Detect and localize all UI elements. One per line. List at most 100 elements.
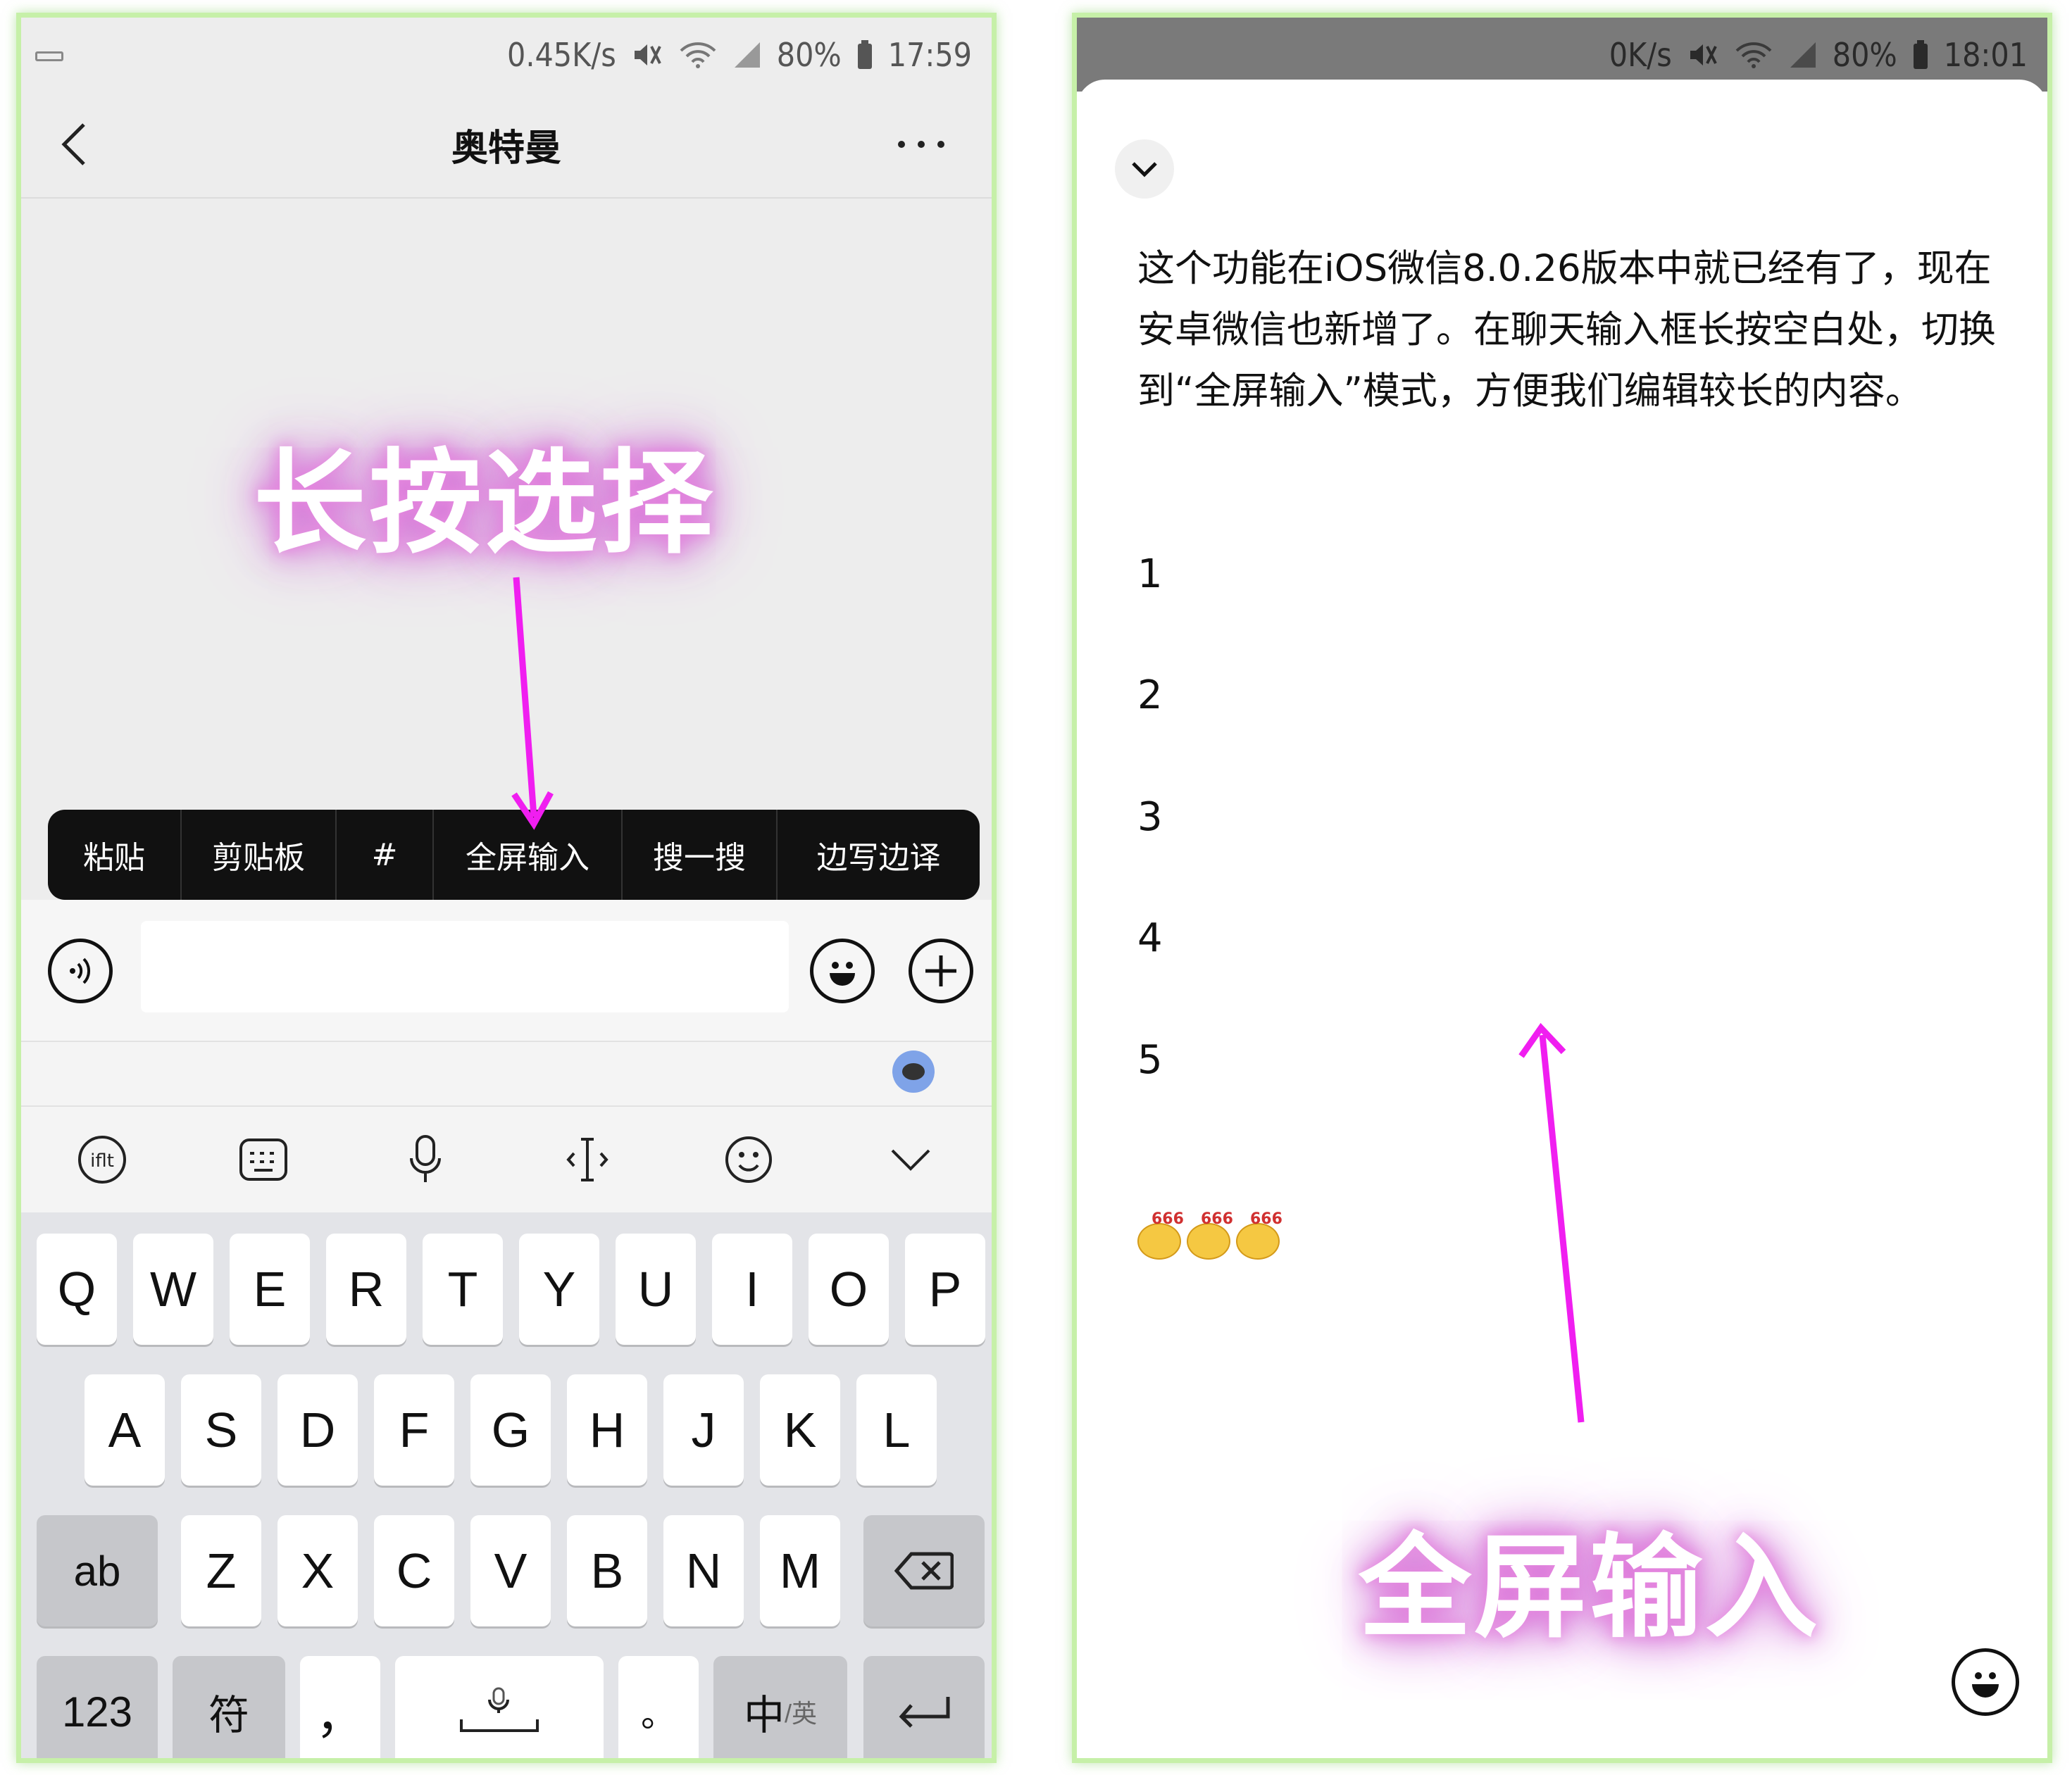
emoji-666-icon: 666 (1137, 1210, 1184, 1260)
chevron-left-icon (61, 123, 85, 165)
key-a[interactable]: A (85, 1374, 165, 1486)
key-u[interactable]: U (616, 1234, 696, 1345)
lang-main: 中 (743, 1693, 785, 1738)
key-j[interactable]: J (663, 1374, 744, 1486)
ime-toolbar: iflt (21, 1107, 992, 1212)
more-options-button[interactable] (893, 127, 949, 162)
emoji-face-icon[interactable] (717, 1128, 780, 1191)
key-q[interactable]: Q (37, 1234, 117, 1345)
menu-item-hashtag[interactable]: # (337, 810, 434, 900)
keyboard-indicator-icon (35, 51, 63, 61)
backspace-icon (894, 1552, 954, 1590)
phone-left-chat: 0.45K/s 80% 17:59 奥特曼 长按选择 粘贴 剪贴板 # 全屏输入… (16, 13, 997, 1763)
smiley-icon (830, 962, 855, 986)
key-d[interactable]: D (277, 1374, 358, 1486)
key-f[interactable]: F (374, 1374, 454, 1486)
key-y[interactable]: Y (519, 1234, 599, 1345)
microphone-icon[interactable] (394, 1128, 457, 1191)
input-line-4: 4 (1137, 915, 1163, 961)
input-line-3: 3 (1137, 794, 1163, 840)
chevron-down-icon[interactable] (879, 1128, 942, 1191)
emoji-666-icon: 666 (1236, 1210, 1282, 1260)
key-t[interactable]: T (423, 1234, 503, 1345)
key-period[interactable]: 。 (618, 1656, 699, 1758)
emoji-666-icon: 666 (1187, 1210, 1233, 1260)
key-c[interactable]: C (374, 1515, 454, 1626)
annotation-long-press: 长按选择 (254, 437, 716, 569)
status-bar: 0.45K/s 80% 17:59 (21, 18, 992, 92)
key-b[interactable]: B (567, 1515, 647, 1626)
key-l[interactable]: L (856, 1374, 937, 1486)
key-g[interactable]: G (470, 1374, 551, 1486)
key-symbols[interactable]: 符 (173, 1656, 285, 1758)
clock: 18:01 (1943, 35, 2028, 74)
key-m[interactable]: M (760, 1515, 840, 1626)
keyboard: Q W E R T Y U I O P A S D F G H J K L ab… (21, 1212, 992, 1758)
menu-item-translate[interactable]: 边写边译 (778, 810, 980, 900)
input-line-2: 2 (1137, 672, 1163, 718)
key-o[interactable]: O (809, 1234, 889, 1345)
key-backspace[interactable] (863, 1515, 985, 1626)
lang-alt: /英 (785, 1699, 818, 1728)
emoji-row: 666 666 666 (1137, 1210, 1282, 1260)
cursor-move-icon[interactable] (556, 1128, 619, 1191)
key-enter[interactable] (863, 1656, 985, 1758)
wifi-icon (678, 41, 718, 69)
key-x[interactable]: X (277, 1515, 358, 1626)
menu-item-fullscreen-input[interactable]: 全屏输入 (434, 810, 623, 900)
key-ab-shift[interactable]: ab (37, 1515, 158, 1626)
key-p[interactable]: P (905, 1234, 985, 1345)
key-e[interactable]: E (230, 1234, 310, 1345)
enter-icon (899, 1697, 950, 1728)
space-mic-icon (460, 1687, 539, 1732)
back-button[interactable] (49, 120, 99, 169)
message-input[interactable] (141, 921, 789, 1012)
key-r[interactable]: R (326, 1234, 406, 1345)
network-speed: 0.45K/s (507, 35, 616, 74)
key-h[interactable]: H (567, 1374, 647, 1486)
key-numbers[interactable]: 123 (37, 1656, 158, 1758)
input-paragraph[interactable]: 这个功能在iOS微信8.0.26版本中就已经有了，现在安卓微信也新增了。在聊天输… (1137, 238, 2004, 422)
key-z[interactable]: Z (181, 1515, 261, 1626)
wifi-icon (1734, 41, 1773, 69)
voice-button[interactable] (48, 939, 113, 1003)
annotation-fullscreen-input: 全屏输入 (1359, 1522, 1821, 1653)
input-line-5: 5 (1137, 1037, 1163, 1083)
ime-logo-icon[interactable]: iflt (70, 1128, 134, 1191)
key-w[interactable]: W (133, 1234, 213, 1345)
collapse-button[interactable] (1115, 139, 1174, 199)
plus-icon (925, 955, 956, 986)
key-language-switch[interactable]: 中/英 (713, 1656, 847, 1758)
emoji-button[interactable] (810, 939, 875, 1003)
phone-right-fullscreen-input: 0K/s 80% 18:01 这个功能在iOS微信8.0.26版本中就已经有了，… (1072, 13, 2052, 1763)
key-v[interactable]: V (470, 1515, 551, 1626)
plus-button[interactable] (909, 939, 973, 1003)
key-s[interactable]: S (181, 1374, 261, 1486)
battery-percent: 80% (776, 35, 842, 74)
emoji-button[interactable] (1952, 1648, 2019, 1716)
key-n[interactable]: N (663, 1515, 744, 1626)
battery-percent: 80% (1832, 35, 1897, 74)
chat-header: 奥特曼 (21, 92, 992, 199)
chat-title: 奥特曼 (451, 127, 561, 170)
smiley-icon (1972, 1672, 1999, 1698)
menu-item-search[interactable]: 搜一搜 (623, 810, 778, 900)
key-comma[interactable]: ， (300, 1656, 380, 1758)
input-line-1: 1 (1137, 551, 1163, 597)
battery-icon (1913, 39, 1928, 70)
ime-candidate-bar (21, 1042, 992, 1107)
menu-item-clipboard[interactable]: 剪贴板 (182, 810, 337, 900)
keyboard-icon[interactable] (232, 1128, 295, 1191)
chevron-down-icon (1132, 162, 1157, 177)
context-menu: 粘贴 剪贴板 # 全屏输入 搜一搜 边写边译 (48, 810, 980, 900)
key-space[interactable] (395, 1656, 604, 1758)
ime-mascot-icon[interactable] (892, 1050, 935, 1093)
signal-icon (1789, 41, 1817, 69)
menu-item-paste[interactable]: 粘贴 (48, 810, 182, 900)
network-speed: 0K/s (1609, 35, 1672, 74)
mute-icon (1687, 41, 1718, 69)
signal-icon (733, 41, 761, 69)
key-k[interactable]: K (760, 1374, 840, 1486)
voice-icon (70, 958, 91, 984)
key-i[interactable]: I (712, 1234, 792, 1345)
